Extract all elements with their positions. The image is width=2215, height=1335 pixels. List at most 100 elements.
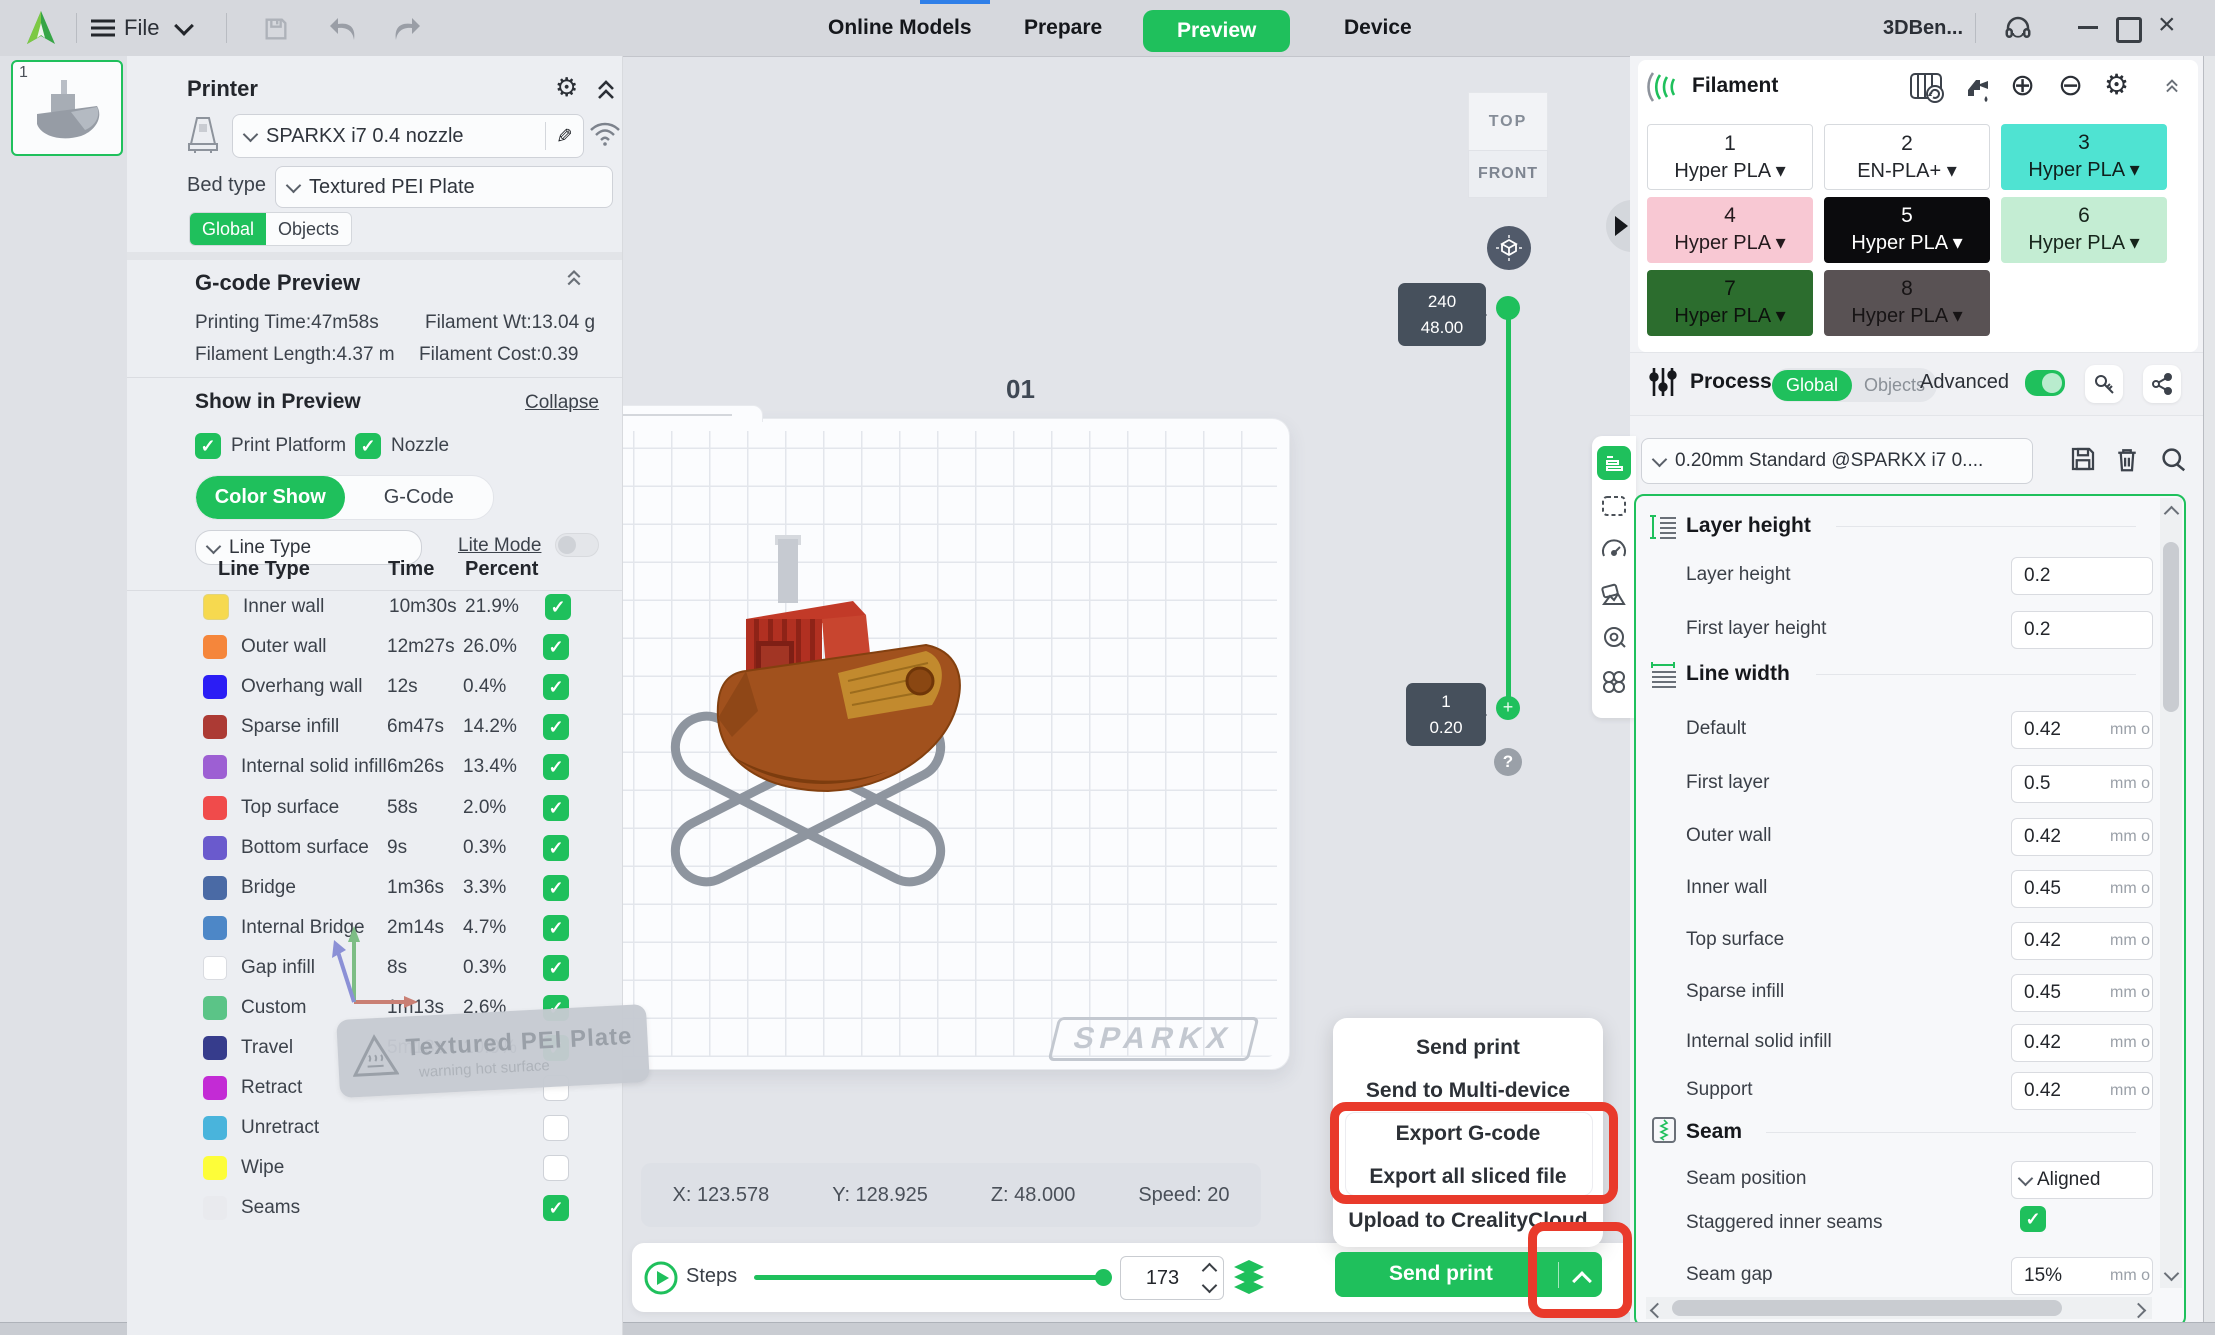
close-button[interactable]: × bbox=[2158, 8, 2176, 42]
printer-select[interactable]: SPARKX i7 0.4 nozzle ✎ bbox=[232, 114, 584, 158]
redo-button[interactable] bbox=[390, 14, 424, 44]
tab-prepare[interactable]: Prepare bbox=[1024, 0, 1102, 56]
benchy-model[interactable] bbox=[648, 505, 978, 925]
annotation-chevron-box bbox=[1528, 1222, 1632, 1318]
bed-type-value: Textured PEI Plate bbox=[309, 176, 475, 199]
app-logo-icon[interactable] bbox=[24, 10, 58, 46]
setting-input-first-layer[interactable]: 0.5mm o bbox=[2011, 765, 2153, 803]
filament-slot-1[interactable]: 1Hyper PLA ▾ bbox=[1647, 124, 1813, 190]
stat-printing-time: Printing Time:47m58s bbox=[195, 312, 379, 334]
setting-input-default[interactable]: 0.42mm o bbox=[2011, 711, 2153, 749]
setting-input-outer-wall[interactable]: 0.42mm o bbox=[2011, 818, 2153, 856]
ams-sync-icon[interactable] bbox=[1905, 66, 1947, 108]
gcode-collapse-icon[interactable] bbox=[565, 268, 583, 288]
share-parameters-button[interactable] bbox=[2143, 365, 2181, 403]
flush-faucet-icon[interactable] bbox=[1958, 70, 1994, 106]
tab-online-models[interactable]: Online Models bbox=[828, 0, 972, 56]
tab-plate[interactable] bbox=[1600, 492, 1628, 520]
collapse-link[interactable]: Collapse bbox=[525, 392, 599, 414]
file-menu[interactable]: File bbox=[90, 0, 191, 56]
staggered-inner-seams-checkbox[interactable] bbox=[2020, 1206, 2046, 1232]
advanced-label: Advanced bbox=[1920, 371, 2009, 394]
view-reset-button[interactable] bbox=[1487, 226, 1531, 270]
setting-input-seam-gap[interactable]: 15%mm o bbox=[2011, 1257, 2153, 1295]
filament-slot-5[interactable]: 5Hyper PLA ▾ bbox=[1824, 197, 1990, 263]
vscroll-thumb[interactable] bbox=[2163, 542, 2179, 712]
save-preset-button[interactable] bbox=[2068, 444, 2098, 474]
hscroll-thumb[interactable] bbox=[1672, 1300, 2062, 1316]
steps-slider-handle[interactable] bbox=[1095, 1269, 1112, 1286]
bed-type-select[interactable]: Textured PEI Plate bbox=[275, 166, 613, 208]
setting-input-internal-solid-infill[interactable]: 0.42mm o bbox=[2011, 1024, 2153, 1062]
add-filament-icon[interactable]: ⊕ bbox=[2010, 68, 2035, 103]
menu-item-send-print[interactable]: Send print bbox=[1333, 1036, 1603, 1060]
menu-item-send-multi-device[interactable]: Send to Multi-device bbox=[1333, 1079, 1603, 1103]
filament-settings-gear-icon[interactable]: ⚙ bbox=[2104, 68, 2129, 101]
viewcube-front[interactable]: FRONT bbox=[1468, 150, 1548, 198]
filament-slot-3[interactable]: 3Hyper PLA ▾ bbox=[2001, 124, 2167, 190]
help-button[interactable]: ? bbox=[1494, 748, 1522, 776]
undo-button[interactable] bbox=[326, 14, 360, 44]
color-show-tab[interactable]: Color Show bbox=[196, 476, 345, 519]
setting-input-first-layer-height[interactable]: 0.2 bbox=[2011, 611, 2153, 649]
coordinates-bar: X: 123.578 Y: 128.925 Z: 48.000 Speed: 2… bbox=[641, 1163, 1261, 1227]
filament-slot-8[interactable]: 8Hyper PLA ▾ bbox=[1824, 270, 1990, 336]
layer-slider-bottom-handle[interactable]: + bbox=[1496, 696, 1520, 720]
setting-input-inner-wall[interactable]: 0.45mm o bbox=[2011, 870, 2153, 908]
tab-device[interactable]: Device bbox=[1344, 0, 1412, 56]
filament-slot-6[interactable]: 6Hyper PLA ▾ bbox=[2001, 197, 2167, 263]
layer-slider-track[interactable] bbox=[1506, 307, 1511, 708]
setting-input-layer-height[interactable]: 0.2 bbox=[2011, 557, 2153, 595]
viewcube-top[interactable]: TOP bbox=[1468, 92, 1548, 152]
steps-slider-track[interactable] bbox=[754, 1275, 1104, 1280]
steps-stepper[interactable] bbox=[1204, 1265, 1223, 1291]
tab-cooling[interactable] bbox=[1600, 624, 1628, 652]
tab-speed[interactable] bbox=[1600, 536, 1628, 564]
save-button[interactable] bbox=[262, 15, 290, 43]
setting-input-top-surface[interactable]: 0.42mm o bbox=[2011, 922, 2153, 960]
filament-slot-7[interactable]: 7Hyper PLA ▾ bbox=[1647, 270, 1813, 336]
nozzle-checkbox[interactable] bbox=[355, 433, 381, 459]
play-button[interactable] bbox=[644, 1261, 678, 1295]
gcode-tab[interactable]: G-Code bbox=[345, 476, 494, 519]
printer-tab-objects[interactable]: Objects bbox=[266, 213, 351, 245]
steps-value-field[interactable]: 173 bbox=[1120, 1256, 1224, 1300]
print-platform-checkbox[interactable] bbox=[195, 433, 221, 459]
advanced-toggle[interactable] bbox=[2025, 370, 2065, 396]
printer-edit-pencil-icon[interactable]: ✎ bbox=[546, 124, 583, 149]
remove-filament-icon[interactable]: ⊖ bbox=[2058, 68, 2083, 103]
delete-preset-button[interactable] bbox=[2112, 444, 2142, 474]
setting-dropdown-seam-position[interactable]: Aligned bbox=[2011, 1161, 2153, 1199]
settings-vscrollbar[interactable] bbox=[2160, 498, 2182, 1288]
tab-others[interactable] bbox=[1600, 668, 1628, 696]
filament-collapse-icon[interactable] bbox=[2164, 76, 2180, 94]
tab-preview[interactable]: Preview bbox=[1143, 10, 1290, 52]
parameter-compare-button[interactable] bbox=[2085, 365, 2123, 403]
plate-number-label: 01 bbox=[1006, 374, 1035, 405]
layer-height-section-icon bbox=[1650, 514, 1678, 540]
lite-mode-toggle[interactable] bbox=[555, 533, 599, 557]
layer-slider-top-handle[interactable] bbox=[1496, 296, 1520, 320]
printer-collapse-icon[interactable] bbox=[595, 78, 617, 102]
plate-thumbnail-1[interactable]: 1 bbox=[11, 60, 123, 156]
minimize-button[interactable] bbox=[2078, 26, 2098, 29]
support-headset-icon[interactable] bbox=[2003, 13, 2033, 43]
process-tab-global[interactable]: Global bbox=[1772, 370, 1852, 401]
search-preset-button[interactable] bbox=[2158, 444, 2188, 474]
settings-hscrollbar[interactable] bbox=[1646, 1297, 2152, 1319]
stat-filament-cost: Filament Cost:0.39 bbox=[419, 344, 578, 366]
layers-icon[interactable] bbox=[1232, 1258, 1266, 1296]
tab-quality[interactable] bbox=[1597, 446, 1631, 480]
tab-support[interactable] bbox=[1600, 580, 1628, 608]
printer-tab-global[interactable]: Global bbox=[190, 213, 266, 245]
setting-input-sparse-infill[interactable]: 0.45mm o bbox=[2011, 974, 2153, 1012]
printer-settings-gear-icon[interactable]: ⚙ bbox=[555, 72, 578, 103]
setting-input-support[interactable]: 0.42mm o bbox=[2011, 1072, 2153, 1110]
wifi-icon[interactable] bbox=[589, 120, 621, 148]
preset-select[interactable]: 0.20mm Standard @SPARKX i7 0.... bbox=[1641, 438, 2033, 484]
filament-slot-2[interactable]: 2EN-PLA+ ▾ bbox=[1824, 124, 1990, 190]
filament-slot-4[interactable]: 4Hyper PLA ▾ bbox=[1647, 197, 1813, 263]
maximize-button[interactable] bbox=[2116, 17, 2142, 43]
axes-gizmo bbox=[330, 912, 420, 1012]
printer-title: Printer bbox=[187, 76, 258, 102]
